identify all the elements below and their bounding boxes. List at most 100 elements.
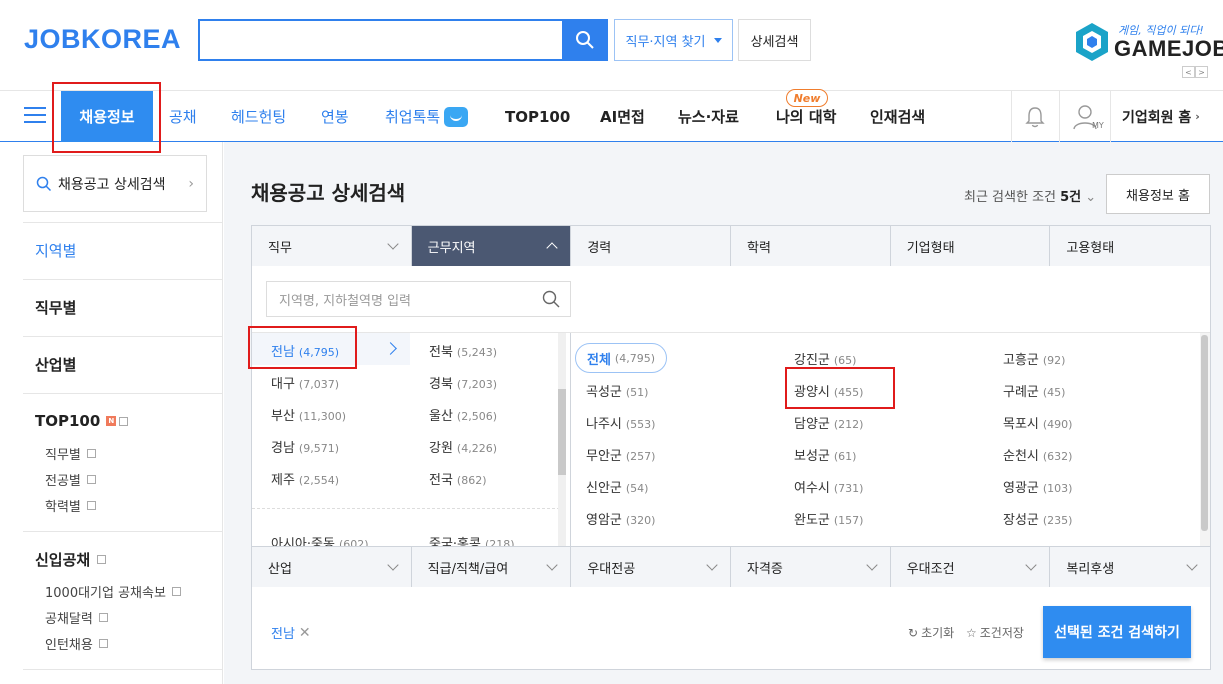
region-count: (2,506) (456, 410, 497, 423)
tab-company-type[interactable]: 기업형태 (890, 226, 1051, 266)
region-item-nationwide[interactable]: 전국 (862) (429, 469, 487, 488)
tab-job[interactable]: 직무 (252, 226, 412, 266)
region-item-jeonbuk[interactable]: 전북 (5,243) (429, 341, 497, 360)
tab-welfare[interactable]: 복리후생 (1050, 547, 1211, 587)
district-item[interactable]: 완도군 (157) (794, 509, 863, 528)
district-item[interactable]: 강진군 (65) (794, 349, 856, 368)
region-scrollbar[interactable] (558, 333, 566, 546)
region-item-gangwon[interactable]: 강원 (4,226) (429, 437, 497, 456)
nav-item-news[interactable]: 뉴스·자료 (678, 91, 739, 142)
chat-icon (444, 106, 469, 127)
save-condition-button[interactable]: ☆ 조건저장 (966, 624, 1024, 641)
region-count: (4,226) (456, 442, 497, 455)
next-arrow-icon[interactable]: > (1195, 66, 1208, 78)
selected-conditions-bar: 전남 ✕ ↻ 초기화 ☆ 조건저장 선택된 조건 검색하기 (252, 587, 1210, 669)
tab-preferred-major[interactable]: 우대전공 (571, 547, 732, 587)
sidebar-item-region[interactable]: 지역별 (35, 240, 76, 261)
sidebar-sub-education[interactable]: 학력별 (45, 496, 96, 515)
search-input[interactable] (198, 19, 564, 61)
district-item[interactable]: 곡성군 (51) (586, 381, 648, 400)
district-scrollbar[interactable] (1200, 333, 1210, 546)
district-all-pill[interactable]: 전체 (4,795) (575, 343, 667, 373)
nav-item-gongchae[interactable]: 공채 (169, 91, 197, 142)
job-home-button[interactable]: 채용정보 홈 (1106, 174, 1210, 214)
sidebar-item-top100[interactable]: TOP100 N (35, 412, 129, 430)
search-selected-button[interactable]: 선택된 조건 검색하기 (1043, 606, 1191, 658)
region-search-input[interactable]: 지역명, 지하철역명 입력 (266, 281, 571, 317)
job-region-finder-button[interactable]: 직무·지역 찾기 (614, 19, 733, 61)
gamejob-banner[interactable]: 게임, 직업이 되다! GAMEJOB (1074, 20, 1223, 64)
sidebar-sub-major[interactable]: 전공별 (45, 470, 96, 489)
tab-preferred-conditions[interactable]: 우대조건 (890, 547, 1051, 587)
reset-button[interactable]: ↻ 초기화 (908, 624, 954, 641)
tab-position-salary[interactable]: 직급/직책/급여 (411, 547, 572, 587)
tab-career[interactable]: 경력 (571, 226, 732, 266)
sidebar-item-industry[interactable]: 산업별 (35, 354, 76, 375)
district-count: (65) (833, 354, 857, 367)
region-item-ulsan[interactable]: 울산 (2,506) (429, 405, 497, 424)
nav-item-ai-interview[interactable]: AI면접 (600, 91, 645, 142)
nav-item-top100[interactable]: TOP100 (505, 91, 570, 142)
tab-industry[interactable]: 산업 (252, 547, 412, 587)
tab-education[interactable]: 학력 (731, 226, 891, 266)
sidebar-detail-search[interactable]: 채용공고 상세검색 › (23, 155, 207, 212)
sidebar-sub-1000[interactable]: 1000대기업 공채속보 (45, 582, 181, 601)
tab-license[interactable]: 자격증 (731, 547, 891, 587)
chevron-right-icon: › (1195, 110, 1200, 123)
region-item-gyeongbuk[interactable]: 경북 (7,203) (429, 373, 497, 392)
nav-item-salary[interactable]: 연봉 (321, 91, 349, 142)
popup-icon (171, 587, 181, 596)
district-item[interactable]: 담양군 (212) (794, 413, 863, 432)
filter-tabs-top: 직무 근무지역 경력 학력 기업형태 고용형태 (252, 226, 1211, 266)
close-icon[interactable]: ✕ (299, 625, 311, 641)
popup-icon (97, 555, 107, 564)
my-page-button[interactable]: MY (1072, 103, 1104, 131)
region-item-china-hongkong[interactable]: 중국·홍콩 (218) (429, 533, 515, 546)
district-item[interactable]: 신안군 (54) (586, 477, 648, 496)
nav-item-talk[interactable]: 취업톡톡 (385, 91, 469, 142)
district-item[interactable]: 영광군 (103) (1003, 477, 1072, 496)
region-item-asia-middleeast[interactable]: 아시아·중동 (602) (271, 533, 369, 546)
district-item[interactable]: 순천시 (632) (1003, 445, 1072, 464)
region-item-gyeongnam[interactable]: 경남 (9,571) (271, 437, 339, 456)
district-item[interactable]: 보성군 (61) (794, 445, 856, 464)
district-item[interactable]: 여수시 (731) (794, 477, 863, 496)
region-item-daegu[interactable]: 대구 (7,037) (271, 373, 339, 392)
menu-icon[interactable] (24, 107, 46, 125)
sidebar-sub-calendar[interactable]: 공채달력 (45, 608, 108, 627)
district-item[interactable]: 영암군 (320) (586, 509, 655, 528)
sidebar-item-gongchae[interactable]: 신입공채 (35, 549, 107, 570)
district-item[interactable]: 목포시 (490) (1003, 413, 1072, 432)
region-name: 울산 (429, 409, 453, 424)
region-item-jeju[interactable]: 제주 (2,554) (271, 469, 339, 488)
corporate-home-link[interactable]: 기업회원 홈 › (1122, 91, 1200, 142)
search-icon[interactable] (542, 290, 560, 308)
region-item-busan[interactable]: 부산 (11,300) (271, 405, 346, 424)
district-item[interactable]: 광양시 (455) (794, 381, 863, 400)
nav-item-headhunting[interactable]: 헤드헌팅 (231, 91, 286, 142)
tab-employment-type[interactable]: 고용형태 (1050, 226, 1211, 266)
sidebar-sub-job[interactable]: 직무별 (45, 444, 96, 463)
save-label: 조건저장 (979, 626, 1024, 640)
district-item[interactable]: 무안군 (257) (586, 445, 655, 464)
sidebar-item-job[interactable]: 직무별 (35, 297, 76, 318)
tab-work-region[interactable]: 근무지역 (411, 226, 572, 266)
page-title: 채용공고 상세검색 (251, 181, 406, 205)
district-name: 광양시 (794, 385, 830, 400)
detail-search-button[interactable]: 상세검색 (738, 19, 811, 61)
bell-icon[interactable] (1024, 105, 1046, 129)
sidebar-sub-intern[interactable]: 인턴채용 (45, 634, 108, 653)
tab-label: 직급/직책/급여 (427, 561, 509, 577)
selected-chip-jeonnam[interactable]: 전남 ✕ (271, 623, 311, 643)
nav-item-jobs[interactable]: 채용정보 (61, 91, 153, 142)
prev-arrow-icon[interactable]: < (1182, 66, 1195, 78)
region-item-jeonnam[interactable]: 전남 (4,795) (271, 341, 339, 360)
district-item[interactable]: 구례군 (45) (1003, 381, 1065, 400)
recent-conditions[interactable]: 최근 검색한 조건 5건 ⌄ (964, 186, 1096, 205)
nav-item-talent-search[interactable]: 인재검색 (870, 91, 925, 142)
jobkorea-logo[interactable]: JOBKOREA (24, 24, 181, 55)
district-item[interactable]: 고흥군 (92) (1003, 349, 1065, 368)
search-button[interactable] (562, 19, 608, 61)
district-item[interactable]: 장성군 (235) (1003, 509, 1072, 528)
district-item[interactable]: 나주시 (553) (586, 413, 655, 432)
